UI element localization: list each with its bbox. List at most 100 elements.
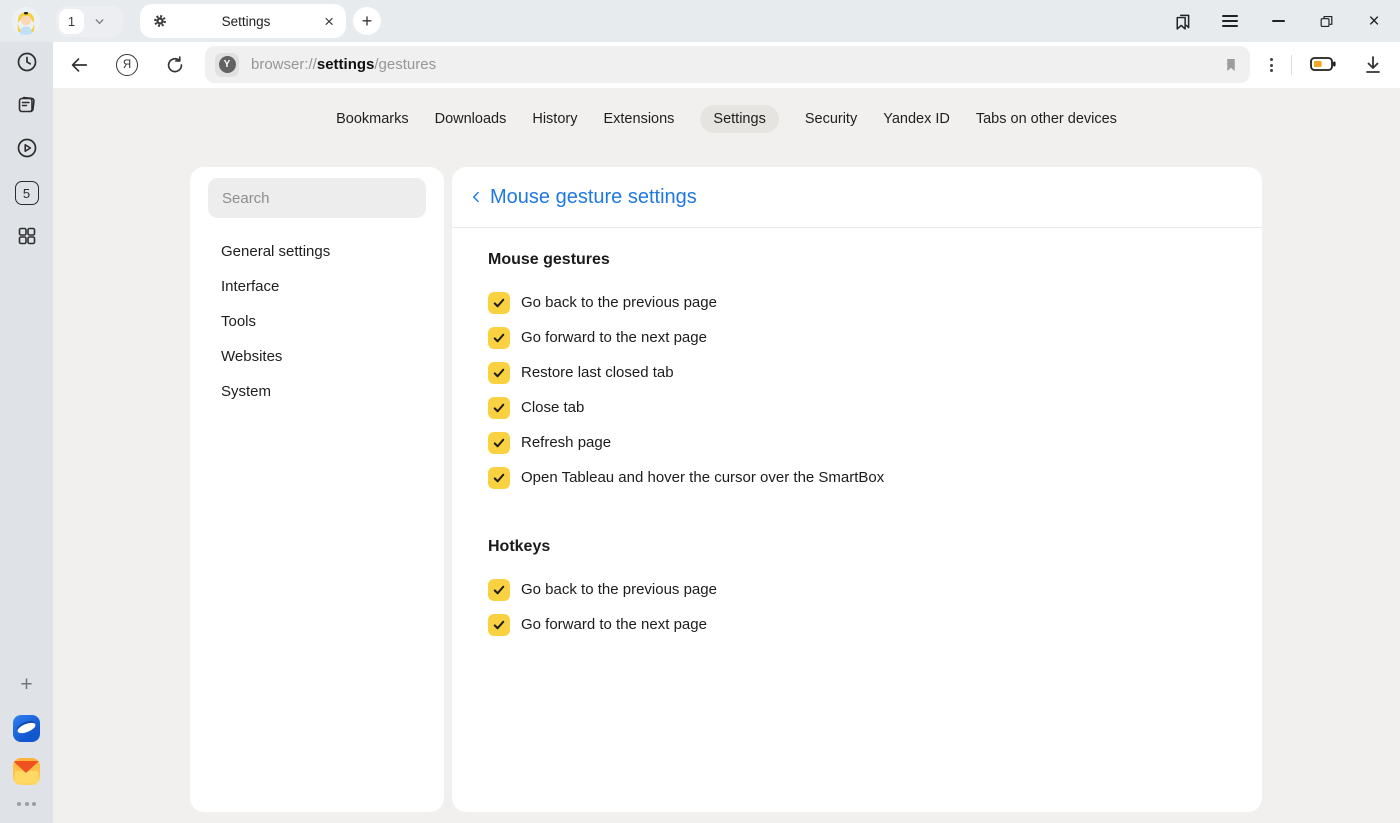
- checkbox-checked[interactable]: [488, 614, 510, 636]
- nav-tab-settings[interactable]: Settings: [700, 105, 778, 133]
- download-icon: [1361, 53, 1385, 77]
- tab-count-value: 1: [59, 9, 84, 34]
- close-window-button[interactable]: ×: [1350, 0, 1398, 42]
- checkbox-checked[interactable]: [488, 362, 510, 384]
- apps-grid-icon: [15, 224, 39, 248]
- check-icon: [492, 436, 506, 450]
- browser-toolbar: Я Y browser://settings/gestures: [53, 42, 1400, 88]
- hotkeys-list: Go back to the previous page Go forward …: [488, 572, 1262, 642]
- page-title[interactable]: Mouse gesture settings: [490, 186, 697, 209]
- address-bar[interactable]: Y browser://settings/gestures: [205, 46, 1250, 83]
- check-icon: [492, 618, 506, 632]
- section-heading-mouse-gestures: Mouse gestures: [488, 248, 1262, 272]
- browser-menu-button[interactable]: [1206, 0, 1254, 42]
- gesture-row-restore-tab: Restore last closed tab: [488, 355, 1262, 390]
- feed-button[interactable]: [0, 87, 53, 123]
- battery-icon: [1309, 52, 1339, 76]
- downloads-button[interactable]: [1361, 53, 1385, 77]
- checkbox-label: Open Tableau and hover the cursor over t…: [521, 469, 884, 486]
- nav-tab-other-devices[interactable]: Tabs on other devices: [976, 105, 1117, 133]
- settings-category-list: General settings Interface Tools Website…: [190, 234, 444, 409]
- gesture-row-go-back: Go back to the previous page: [488, 285, 1262, 320]
- bookmarks-panel-button[interactable]: [1158, 0, 1206, 42]
- clock-icon: [15, 50, 39, 74]
- sidebar-item-system[interactable]: System: [190, 374, 444, 409]
- mail-app-shortcut[interactable]: [0, 753, 53, 789]
- tab-settings[interactable]: Settings ×: [140, 4, 346, 38]
- site-badge: Y: [215, 53, 239, 77]
- new-tab-button[interactable]: +: [353, 7, 381, 35]
- checkbox-label: Refresh page: [521, 434, 611, 451]
- check-icon: [492, 366, 506, 380]
- video-button[interactable]: [0, 130, 53, 166]
- settings-page: Bookmarks Downloads History Extensions S…: [53, 88, 1400, 823]
- nav-tab-extensions[interactable]: Extensions: [603, 105, 674, 133]
- checkbox-label: Close tab: [521, 399, 584, 416]
- yandex-home-button[interactable]: Я: [115, 53, 139, 77]
- search-input[interactable]: [208, 190, 426, 207]
- restore-button[interactable]: [1302, 0, 1350, 42]
- tab-title: Settings: [168, 14, 324, 29]
- check-icon: [492, 296, 506, 310]
- gesture-settings-card: Mouse gesture settings Mouse gestures Go…: [452, 167, 1262, 812]
- nav-tab-yandex-id[interactable]: Yandex ID: [883, 105, 950, 133]
- search-box[interactable]: [208, 178, 426, 218]
- gesture-row-refresh-page: Refresh page: [488, 425, 1262, 460]
- settings-nav: Bookmarks Downloads History Extensions S…: [53, 105, 1400, 133]
- gesture-row-open-tableau: Open Tableau and hover the cursor over t…: [488, 460, 1262, 495]
- nav-tab-security[interactable]: Security: [805, 105, 857, 133]
- close-icon: ×: [1368, 12, 1379, 31]
- nav-tab-history[interactable]: History: [532, 105, 577, 133]
- tab-counter[interactable]: 1: [56, 6, 123, 37]
- services-button[interactable]: [0, 218, 53, 254]
- nav-tab-downloads[interactable]: Downloads: [435, 105, 507, 133]
- yandex-logo-icon: Y: [219, 56, 236, 73]
- section-heading-hotkeys: Hotkeys: [488, 535, 1262, 559]
- tab-count-badge: 5: [15, 181, 39, 205]
- bookmark-icon[interactable]: [1222, 56, 1240, 74]
- checkbox-label: Restore last closed tab: [521, 364, 674, 381]
- rail-more-button[interactable]: [0, 786, 53, 822]
- more-dots-icon: [17, 802, 36, 806]
- back-to-settings-button[interactable]: [469, 188, 484, 206]
- gesture-settings-header: Mouse gesture settings: [452, 167, 1262, 228]
- checkbox-checked[interactable]: [488, 467, 510, 489]
- play-circle-icon: [15, 136, 39, 160]
- checkbox-checked[interactable]: [488, 579, 510, 601]
- checkbox-checked[interactable]: [488, 292, 510, 314]
- all-tabs-button[interactable]: 5: [0, 175, 53, 211]
- checkbox-checked[interactable]: [488, 327, 510, 349]
- tab-close-icon[interactable]: ×: [324, 13, 334, 30]
- history-button[interactable]: [0, 44, 53, 80]
- checkbox-checked[interactable]: [488, 397, 510, 419]
- refresh-icon: [164, 54, 186, 76]
- sidebar-item-tools[interactable]: Tools: [190, 304, 444, 339]
- address-bar-menu-button[interactable]: [1259, 53, 1283, 77]
- menu-icon: [1222, 15, 1238, 27]
- minimize-icon: [1272, 20, 1285, 22]
- gesture-row-close-tab: Close tab: [488, 390, 1262, 425]
- check-icon: [492, 583, 506, 597]
- chevron-down-icon: [93, 15, 106, 28]
- window-controls: ×: [1158, 0, 1398, 42]
- hotkey-row-go-forward: Go forward to the next page: [488, 607, 1262, 642]
- sidebar-item-interface[interactable]: Interface: [190, 269, 444, 304]
- nav-tab-bookmarks[interactable]: Bookmarks: [336, 105, 409, 133]
- checkbox-checked[interactable]: [488, 432, 510, 454]
- add-shortcut-button[interactable]: +: [0, 667, 53, 703]
- minimize-button[interactable]: [1254, 0, 1302, 42]
- battery-saver-button[interactable]: [1309, 52, 1339, 81]
- back-button[interactable]: [67, 53, 91, 77]
- gesture-settings-body: Mouse gestures Go back to the previous p…: [452, 248, 1262, 642]
- url-scheme: browser://: [251, 56, 317, 73]
- settings-sidebar-panel: General settings Interface Tools Website…: [190, 167, 444, 812]
- chevron-left-icon: [469, 188, 484, 206]
- refresh-button[interactable]: [163, 53, 187, 77]
- browser-app-shortcut[interactable]: [0, 710, 53, 746]
- sidebar-item-websites[interactable]: Websites: [190, 339, 444, 374]
- sidebar-item-general-settings[interactable]: General settings: [190, 234, 444, 269]
- gesture-row-go-forward: Go forward to the next page: [488, 320, 1262, 355]
- profile-avatar[interactable]: [12, 7, 40, 35]
- feed-icon: [15, 93, 39, 117]
- restore-icon: [1318, 13, 1335, 30]
